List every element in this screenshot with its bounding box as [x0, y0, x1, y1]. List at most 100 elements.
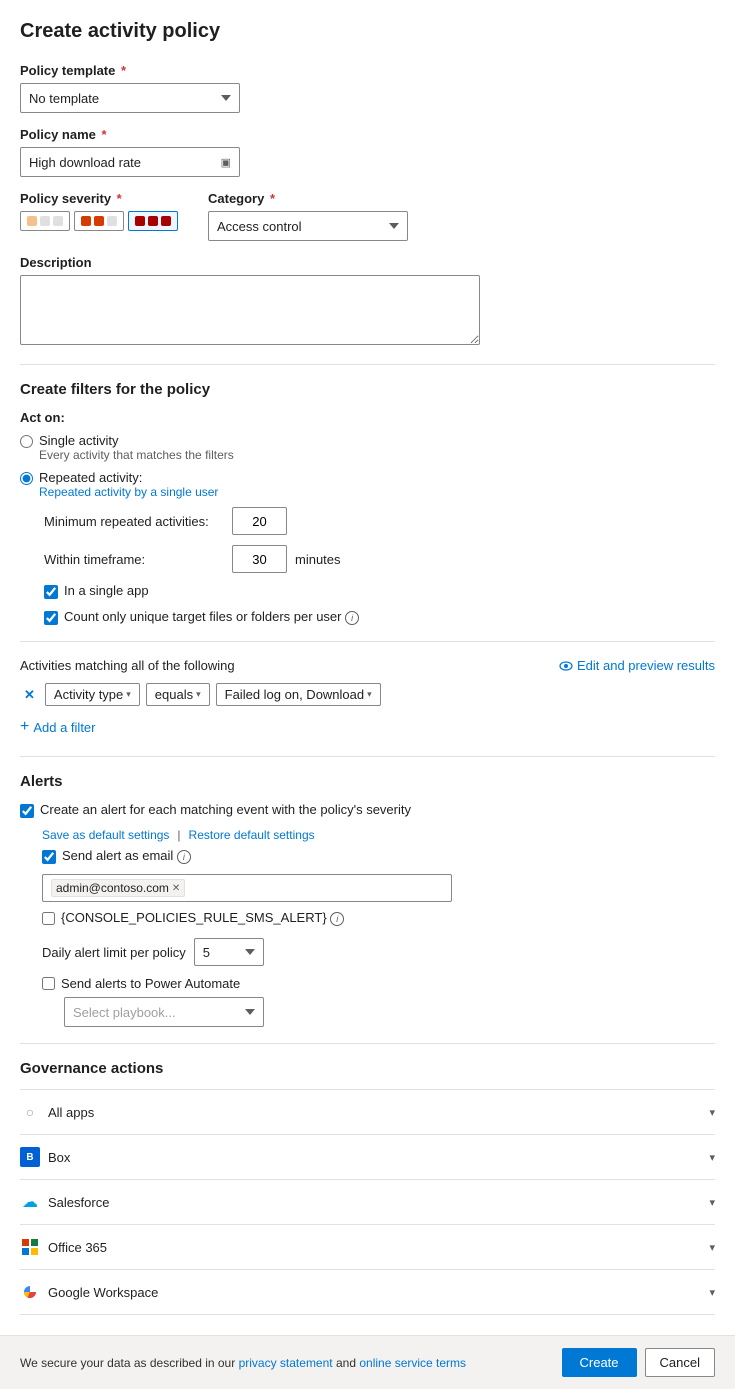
office365-chevron: ▾ [709, 1241, 715, 1254]
footer-text: We secure your data as described in our … [20, 1356, 466, 1370]
sev-dot-4 [81, 216, 91, 226]
copy-icon[interactable]: ▣ [221, 156, 231, 169]
single-app-checkbox[interactable] [44, 585, 58, 599]
salesforce-icon: ☁ [20, 1192, 40, 1212]
description-textarea[interactable] [20, 275, 480, 345]
save-default-link[interactable]: Save as default settings [42, 828, 169, 842]
power-automate-row: Send alerts to Power Automate [42, 976, 715, 991]
all-apps-icon: ○ [20, 1102, 40, 1122]
gov-item-salesforce-left: ☁ Salesforce [20, 1192, 109, 1212]
salesforce-label: Salesforce [48, 1195, 109, 1210]
gov-item-all-apps-left: ○ All apps [20, 1102, 94, 1122]
all-apps-label: All apps [48, 1105, 94, 1120]
create-alert-label: Create an alert for each matching event … [40, 802, 411, 817]
create-alert-checkbox-row: Create an alert for each matching event … [20, 802, 715, 818]
filter-field-chip[interactable]: Activity type ▾ [45, 683, 140, 706]
sev-dot-7 [135, 216, 145, 226]
terms-link[interactable]: online service terms [359, 1356, 466, 1370]
cancel-button[interactable]: Cancel [645, 1348, 715, 1377]
sev-dot-5 [94, 216, 104, 226]
create-alert-checkbox[interactable] [20, 804, 34, 818]
unique-files-label: Count only unique target files or folder… [64, 609, 359, 625]
daily-limit-row: Daily alert limit per policy 5 10 20 50 [42, 938, 715, 966]
daily-limit-select[interactable]: 5 10 20 50 [194, 938, 264, 966]
act-on-label: Act on: [20, 410, 715, 425]
remove-email-btn[interactable]: ✕ [172, 883, 180, 894]
governance-section: Governance actions ○ All apps ▾ B Box ▾ … [20, 1060, 715, 1315]
policy-name-value: High download rate [29, 155, 141, 170]
single-activity-label: Single activity [39, 433, 234, 448]
within-timeframe-input[interactable] [232, 545, 287, 573]
sev-dot-2 [40, 216, 50, 226]
send-email-label: Send alert as email i [62, 848, 191, 864]
add-filter-btn[interactable]: + Add a filter [20, 714, 96, 740]
all-apps-chevron: ▾ [709, 1106, 715, 1119]
privacy-link[interactable]: privacy statement [239, 1356, 333, 1370]
send-email-info-icon[interactable]: i [177, 850, 191, 864]
unique-files-checkbox[interactable] [44, 611, 58, 625]
office365-icon [20, 1237, 40, 1257]
power-automate-label: Send alerts to Power Automate [61, 976, 240, 991]
footer: We secure your data as described in our … [0, 1335, 735, 1389]
severity-low-btn[interactable] [20, 211, 70, 231]
google-label: Google Workspace [48, 1285, 158, 1300]
send-email-checkbox[interactable] [42, 850, 56, 864]
sev-dot-3 [53, 216, 63, 226]
category-select[interactable]: Access control [208, 211, 408, 241]
edit-preview-link[interactable]: Edit and preview results [559, 658, 715, 673]
gov-item-box[interactable]: B Box ▾ [20, 1134, 715, 1179]
sms-info-icon[interactable]: i [330, 912, 344, 926]
repeated-activity-label-wrap: Repeated activity: Repeated activity by … [39, 470, 218, 499]
divider-3 [20, 756, 715, 757]
remove-filter-btn[interactable]: ✕ [20, 685, 39, 705]
box-label: Box [48, 1150, 70, 1165]
severity-medium-btn[interactable] [74, 211, 124, 231]
min-repeated-input[interactable]: 20 [232, 507, 287, 535]
page-title: Create activity policy [20, 20, 715, 43]
sev-dot-8 [148, 216, 158, 226]
filter-value-chip[interactable]: Failed log on, Download ▾ [216, 683, 381, 706]
category-field: Category * Access control [208, 191, 408, 241]
filter-section-header: Activities matching all of the following… [20, 658, 715, 673]
sev-dot-6 [107, 216, 117, 226]
footer-buttons: Create Cancel [562, 1348, 716, 1377]
google-chevron: ▾ [709, 1286, 715, 1299]
restore-default-link[interactable]: Restore default settings [189, 828, 315, 842]
policy-name-label: Policy name * [20, 127, 715, 142]
email-input-area[interactable]: admin@contoso.com ✕ [42, 874, 452, 902]
sev-dot-1 [27, 216, 37, 226]
gov-item-office365-left: Office 365 [20, 1237, 107, 1257]
separator: | [177, 828, 180, 842]
power-automate-checkbox[interactable] [42, 977, 55, 990]
gov-item-google-left: Google Workspace [20, 1282, 158, 1302]
repeated-activity-label: Repeated activity: [39, 470, 218, 485]
create-button[interactable]: Create [562, 1348, 637, 1377]
policy-template-select[interactable]: No template [20, 83, 240, 113]
gov-item-google[interactable]: Google Workspace ▾ [20, 1269, 715, 1315]
within-timeframe-row: Within timeframe: minutes [44, 545, 715, 573]
divider-1 [20, 364, 715, 365]
divider-4 [20, 1043, 715, 1044]
governance-title: Governance actions [20, 1060, 715, 1077]
severity-high-btn[interactable] [128, 211, 178, 231]
severity-label: Policy severity * [20, 191, 178, 206]
playbook-select[interactable]: Select playbook... [64, 997, 264, 1027]
chevron-down-icon-2: ▾ [196, 689, 201, 700]
eye-icon [559, 659, 573, 673]
salesforce-chevron: ▾ [709, 1196, 715, 1209]
gov-item-all-apps[interactable]: ○ All apps ▾ [20, 1089, 715, 1134]
sms-label: {CONSOLE_POLICIES_RULE_SMS_ALERT} i [61, 910, 344, 926]
repeated-activity-radio[interactable] [20, 472, 33, 485]
single-activity-radio[interactable] [20, 435, 33, 448]
filter-operator-chip[interactable]: equals ▾ [146, 683, 210, 706]
repeated-activity-sub: Repeated activity by a single user [39, 485, 218, 499]
description-field: Description [20, 255, 715, 348]
gov-item-salesforce[interactable]: ☁ Salesforce ▾ [20, 1179, 715, 1224]
office365-label: Office 365 [48, 1240, 107, 1255]
sms-checkbox[interactable] [42, 912, 55, 925]
gov-item-office365[interactable]: Office 365 ▾ [20, 1224, 715, 1269]
plus-icon: + [20, 718, 29, 736]
within-timeframe-label: Within timeframe: [44, 552, 224, 567]
unique-files-info-icon[interactable]: i [345, 611, 359, 625]
filters-section-title: Create filters for the policy [20, 381, 715, 398]
